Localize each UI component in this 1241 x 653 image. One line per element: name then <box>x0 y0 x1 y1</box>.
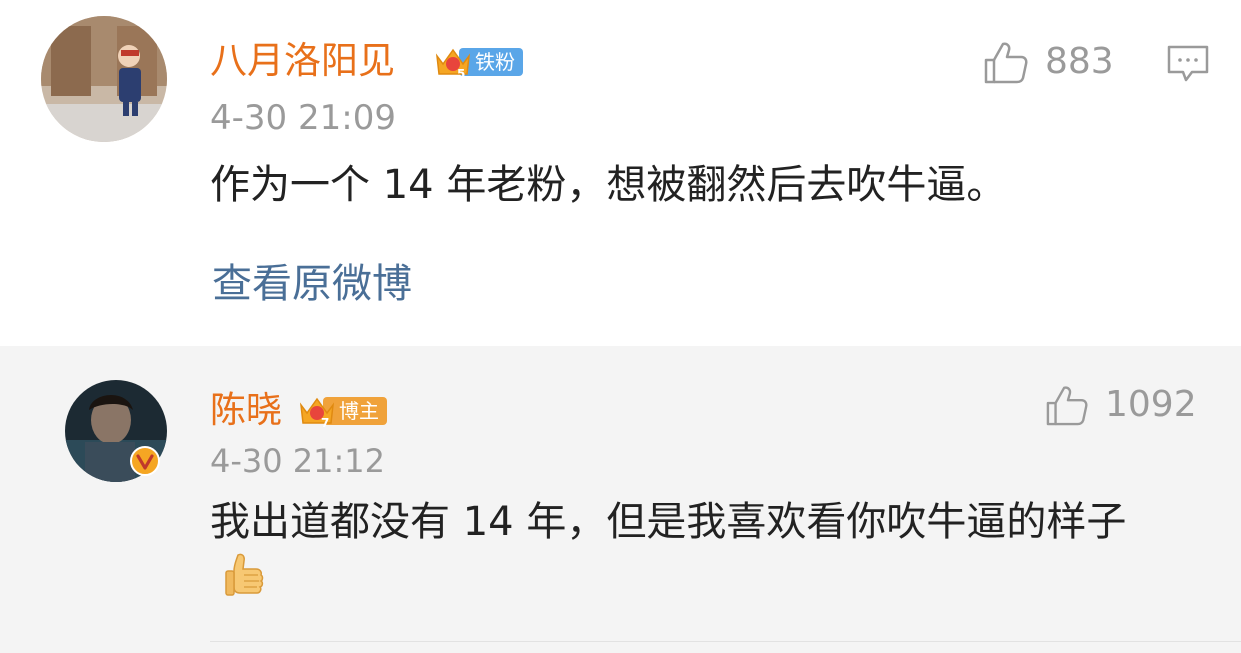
like-count: 1092 <box>1105 384 1197 425</box>
like-button[interactable]: 883 <box>983 40 1114 84</box>
reply-icon[interactable] <box>1166 44 1210 84</box>
avatar[interactable] <box>41 16 167 142</box>
comment-text: 我出道都没有 14 年，但是我喜欢看你吹牛逼的样子 <box>210 493 1170 617</box>
username[interactable]: 八月洛阳见 <box>210 42 395 79</box>
username[interactable]: 陈晓 <box>210 393 282 429</box>
crown-icon: 5 <box>433 42 473 82</box>
thumbs-up-icon <box>984 42 1028 84</box>
divider <box>210 641 1241 642</box>
reply-item: 陈晓 7 博主 4-30 21:12 我出道都没有 14 年，但是我喜欢看你吹牛… <box>0 346 1241 653</box>
comment-text: 作为一个 14 年老粉，想被翻然后去吹牛逼。 <box>210 162 1007 208</box>
badge-level: 7 <box>321 416 329 430</box>
thumbs-up-emoji-icon <box>224 551 266 617</box>
timestamp: 4-30 21:09 <box>210 98 396 138</box>
like-button[interactable]: 1092 <box>1045 384 1197 426</box>
comment-text-body: 我出道都没有 14 年，但是我喜欢看你吹牛逼的样子 <box>210 499 1127 545</box>
author-badge[interactable]: 7 博主 <box>297 391 387 431</box>
badge-level: 5 <box>457 67 465 81</box>
thumbs-up-icon <box>1046 386 1088 426</box>
timestamp: 4-30 21:12 <box>210 442 386 480</box>
fan-badge[interactable]: 5 铁粉 <box>433 42 523 82</box>
verified-badge-icon <box>130 446 160 476</box>
comment-item: 八月洛阳见 5 铁粉 4-30 21:09 作为一个 14 年老粉，想被翻然后去… <box>0 0 1241 346</box>
view-original-link[interactable]: 查看原微博 <box>212 255 412 313</box>
like-count: 883 <box>1045 41 1114 82</box>
crown-icon: 7 <box>297 391 337 431</box>
